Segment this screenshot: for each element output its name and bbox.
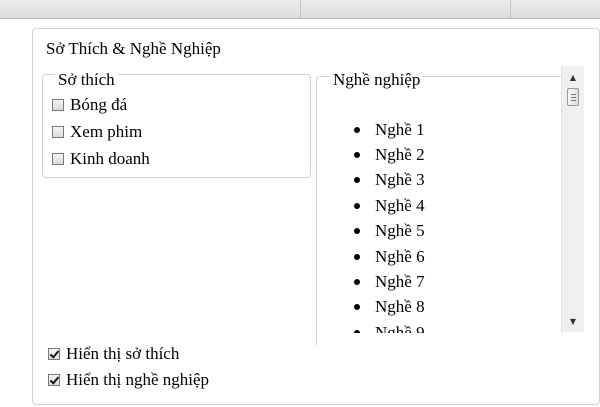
hobby-movies-checkbox[interactable] — [52, 126, 64, 138]
bullet-icon — [354, 126, 360, 133]
job-label: Nghề 2 — [375, 145, 425, 165]
bullet-icon — [354, 228, 360, 235]
hobby-football-option[interactable]: Bóng đá — [52, 94, 127, 116]
job-label: Nghề 1 — [375, 119, 425, 139]
show-jobs-option[interactable]: Hiển thị nghề nghiệp — [48, 369, 209, 391]
job-label: Nghề 9 — [375, 322, 425, 333]
jobs-group-title: Nghề nghiệp — [330, 70, 424, 90]
bullet-icon — [354, 202, 360, 209]
bullet-icon — [354, 279, 360, 286]
top-bar-segment — [0, 0, 301, 18]
grip-line — [571, 100, 576, 101]
bullet-icon — [354, 177, 360, 184]
list-item: Nghề 6 — [330, 244, 555, 269]
show-hobbies-option[interactable]: Hiển thị sở thích — [48, 343, 179, 365]
bullet-icon — [354, 304, 360, 311]
hobby-business-option[interactable]: Kinh doanh — [52, 148, 150, 170]
chevron-down-icon[interactable]: ▼ — [562, 313, 584, 329]
list-item: Nghề 9 — [330, 320, 555, 333]
bullet-icon — [354, 329, 360, 333]
list-item: Nghề 3 — [330, 168, 555, 193]
hobby-football-label: Bóng đá — [70, 95, 128, 114]
list-item: Nghề 7 — [330, 269, 555, 294]
show-hobbies-checkbox[interactable] — [48, 348, 60, 360]
job-label: Nghề 3 — [375, 170, 425, 190]
hobby-movies-option[interactable]: Xem phim — [52, 121, 142, 143]
job-label: Nghề 5 — [375, 221, 425, 241]
grip-line — [571, 97, 576, 98]
hobbies-group-title: Sở thích — [55, 70, 118, 90]
top-bar-segment — [300, 0, 511, 18]
scroll-thumb[interactable] — [567, 88, 579, 106]
window-top-bar — [0, 0, 600, 19]
job-label: Nghề 6 — [375, 246, 425, 266]
hobbies-jobs-group-title: Sở Thích & Nghề Nghiệp — [43, 39, 224, 59]
job-label: Nghề 4 — [375, 195, 425, 215]
jobs-list: Nghề 1 Nghề 2 Nghề 3 Nghề 4 Nghề 5 Nghề … — [330, 117, 555, 333]
job-label: Nghề 8 — [375, 297, 425, 317]
hobby-business-label: Kinh doanh — [70, 149, 150, 168]
show-jobs-label: Hiển thị nghề nghiệp — [66, 370, 210, 389]
list-item: Nghề 1 — [330, 117, 555, 142]
list-item: Nghề 8 — [330, 295, 555, 320]
list-item: Nghề 5 — [330, 219, 555, 244]
list-item: Nghề 4 — [330, 193, 555, 218]
job-label: Nghề 7 — [375, 272, 425, 292]
hobby-movies-label: Xem phim — [70, 122, 143, 141]
bullet-icon — [354, 152, 360, 159]
show-jobs-checkbox[interactable] — [48, 374, 60, 386]
list-item: Nghề 2 — [330, 142, 555, 167]
hobby-business-checkbox[interactable] — [52, 153, 64, 165]
grip-line — [571, 94, 576, 95]
show-hobbies-label: Hiển thị sở thích — [66, 344, 180, 363]
jobs-scrollbar[interactable]: ▲ ▼ — [561, 66, 584, 332]
bullet-icon — [354, 253, 360, 260]
chevron-up-icon[interactable]: ▲ — [562, 69, 584, 85]
hobby-football-checkbox[interactable] — [52, 99, 64, 111]
